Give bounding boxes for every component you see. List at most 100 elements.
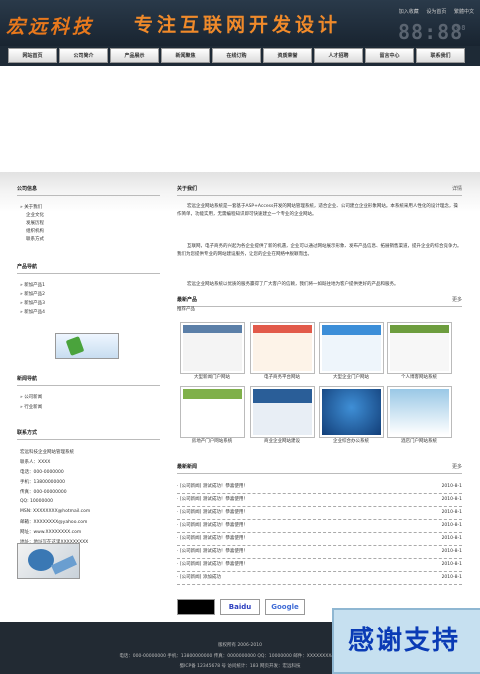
digital-clock: 88:88 88: [398, 20, 467, 44]
site-logo[interactable]: 宏远科技: [6, 12, 94, 39]
news-row[interactable]: [公司新闻] 添加成功 2010-8-1: [177, 572, 462, 585]
google-logo[interactable]: Google: [265, 599, 305, 615]
sidebar-item-history[interactable]: 发展历程: [26, 220, 44, 226]
news-date: 2010-8-1: [441, 510, 462, 515]
news-text[interactable]: [公司新闻] 测试成功！恭喜使用！: [177, 497, 248, 502]
contact-line: 传真：000-00000000: [20, 490, 67, 495]
product-caption[interactable]: 商业企业网站建设: [247, 438, 317, 444]
products-title-text: 最新产品: [177, 297, 198, 303]
nav-order[interactable]: 在线订购: [212, 48, 261, 63]
thanks-overlay[interactable]: 感谢支持: [332, 608, 480, 674]
news-date: 2010-8-1: [441, 523, 462, 528]
news-row[interactable]: [公司新闻] 测试成功！恭喜使用！ 2010-8-1: [177, 507, 462, 520]
contact-title: 联系方式: [17, 429, 160, 440]
products-title: 最新产品 更多: [177, 296, 462, 307]
news-row[interactable]: [公司新闻] 测试成功！恭喜使用！ 2010-8-1: [177, 481, 462, 494]
about-paragraph: 宏远企业网站系统是一套基于ASP+Access开发的网站管理系统，适合企业、公司…: [177, 204, 458, 217]
news-text[interactable]: [公司新闻] 测试成功！恭喜使用！: [177, 549, 248, 554]
nav-home[interactable]: 网站首页: [8, 48, 57, 63]
partner-logo-black[interactable]: [177, 599, 215, 615]
sidebar-product-4[interactable]: 新加产品4: [20, 309, 45, 315]
nav-contact[interactable]: 联系我们: [416, 48, 465, 63]
news-title: 最新新闻 更多: [177, 463, 462, 474]
news-row[interactable]: [公司新闻] 测试成功！恭喜使用！ 2010-8-1: [177, 533, 462, 546]
service-badge-image[interactable]: [55, 333, 119, 359]
contact-line: 网址：www.XXXXXXXX.com: [20, 530, 82, 535]
about-paragraph: 宏远企业网站系统以优质的服务赢得了广大客户的信赖，我们将一如既往地为客户提供更好…: [187, 282, 399, 287]
news-row[interactable]: [公司新闻] 测试成功！恭喜使用！ 2010-8-1: [177, 520, 462, 533]
traditional-chinese-link[interactable]: 繁體中文: [454, 9, 474, 15]
news-row[interactable]: [公司新闻] 测试成功！恭喜使用！ 2010-8-1: [177, 494, 462, 507]
news-text[interactable]: [公司新闻] 测试成功！恭喜使用！: [177, 562, 248, 567]
contact-line: 电话：000-0000000: [20, 470, 64, 475]
sidebar-item-contact[interactable]: 联系方式: [26, 236, 44, 242]
nav-about[interactable]: 公司简介: [59, 48, 108, 63]
product-caption[interactable]: 电子商务平台网站: [247, 374, 317, 380]
sidebar-news-industry[interactable]: 行业新闻: [20, 404, 42, 410]
nav-honors[interactable]: 资质荣誉: [263, 48, 312, 63]
nav-products[interactable]: 产品展示: [110, 48, 159, 63]
qa-ribbon-icon: [51, 555, 77, 575]
qa-bubble-icon: [28, 549, 54, 571]
news-text[interactable]: [公司新闻] 测试成功！恭喜使用！: [177, 484, 248, 489]
thanks-text: 感谢支持: [348, 626, 461, 656]
clock-seconds: 88: [456, 24, 467, 32]
product-thumbnail[interactable]: [319, 322, 384, 374]
product-thumbnail[interactable]: [250, 322, 315, 374]
products-more-link[interactable]: 更多: [452, 296, 462, 303]
sidebar-product-1[interactable]: 新加产品1: [20, 282, 45, 288]
news-nav-title: 新闻导航: [17, 375, 160, 386]
sidebar-item-structure[interactable]: 组织机构: [26, 228, 44, 234]
product-caption[interactable]: 个人博客网站系统: [384, 374, 454, 380]
sidebar-news-company[interactable]: 公司新闻: [20, 394, 42, 400]
baidu-logo[interactable]: Baidu: [220, 599, 260, 615]
contact-line: 邮箱：XXXXXXXX@yahoo.com: [20, 520, 88, 525]
products-subtitle: 推荐产品: [177, 307, 195, 312]
news-row[interactable]: [公司新闻] 测试成功！恭喜使用！ 2010-8-1: [177, 559, 462, 572]
sidebar-item-about[interactable]: 关于我们: [20, 204, 42, 210]
product-caption[interactable]: 房地产门户网站系统: [177, 438, 247, 444]
clock-digits: 88:88: [398, 20, 464, 44]
set-homepage-link[interactable]: 设为首页: [426, 9, 446, 15]
add-favorite-link[interactable]: 加入收藏: [399, 9, 419, 15]
contact-line: 联系人：XXXX: [20, 460, 51, 465]
product-thumbnail[interactable]: [250, 386, 315, 438]
news-date: 2010-8-1: [441, 549, 462, 554]
contact-line: 宏远科技企业网站管理系统: [20, 450, 74, 455]
product-thumbnail[interactable]: [180, 322, 245, 374]
news-text[interactable]: [公司新闻] 测试成功！恭喜使用！: [177, 536, 248, 541]
news-date: 2010-8-1: [441, 575, 462, 580]
site-header: 宏远科技 专注互联网开发设计 加入收藏 设为首页 繁體中文 88:88 88: [0, 0, 480, 48]
news-date: 2010-8-1: [441, 497, 462, 502]
nav-guestbook[interactable]: 留言中心: [365, 48, 414, 63]
nav-news[interactable]: 新闻聚焦: [161, 48, 210, 63]
news-row[interactable]: [公司新闻] 测试成功！恭喜使用！ 2010-8-1: [177, 546, 462, 559]
product-thumbnail[interactable]: [180, 386, 245, 438]
product-caption[interactable]: 大型企业门户网站: [316, 374, 386, 380]
contact-line: QQ: 10000000: [20, 499, 53, 504]
about-more-link[interactable]: 详情: [452, 185, 462, 192]
sidebar-item-culture[interactable]: 企业文化: [26, 212, 44, 218]
products-nav-title: 产品导航: [17, 263, 160, 274]
sidebar-product-2[interactable]: 新加产品2: [20, 291, 45, 297]
qa-badge-image[interactable]: [17, 543, 80, 579]
product-thumbnail[interactable]: [387, 386, 452, 438]
news-title-text: 最新新闻: [177, 464, 198, 470]
news-more-link[interactable]: 更多: [452, 463, 462, 470]
top-links: 加入收藏 设为首页 繁體中文: [393, 8, 474, 15]
product-thumbnail[interactable]: [387, 322, 452, 374]
company-info-title: 公司信息: [17, 185, 160, 196]
news-text[interactable]: [公司新闻] 测试成功！恭喜使用！: [177, 523, 248, 528]
news-text[interactable]: [公司新闻] 测试成功！恭喜使用！: [177, 510, 248, 515]
banner-area: [0, 66, 480, 172]
site-slogan: 专注互联网开发设计: [134, 14, 342, 36]
product-caption[interactable]: 酒店门户网站系统: [384, 438, 454, 444]
sidebar-product-3[interactable]: 新加产品3: [20, 300, 45, 306]
product-caption[interactable]: 大型新闻门户网站: [177, 374, 247, 380]
product-thumbnail[interactable]: [319, 386, 384, 438]
product-caption[interactable]: 企业综合办公系统: [316, 438, 386, 444]
nav-jobs[interactable]: 人才招聘: [314, 48, 363, 63]
about-title: 关于我们 详情: [177, 185, 462, 196]
news-text[interactable]: [公司新闻] 添加成功: [177, 575, 221, 580]
contact-line: MSN: XXXXXXXX@hotmail.com: [20, 509, 91, 514]
